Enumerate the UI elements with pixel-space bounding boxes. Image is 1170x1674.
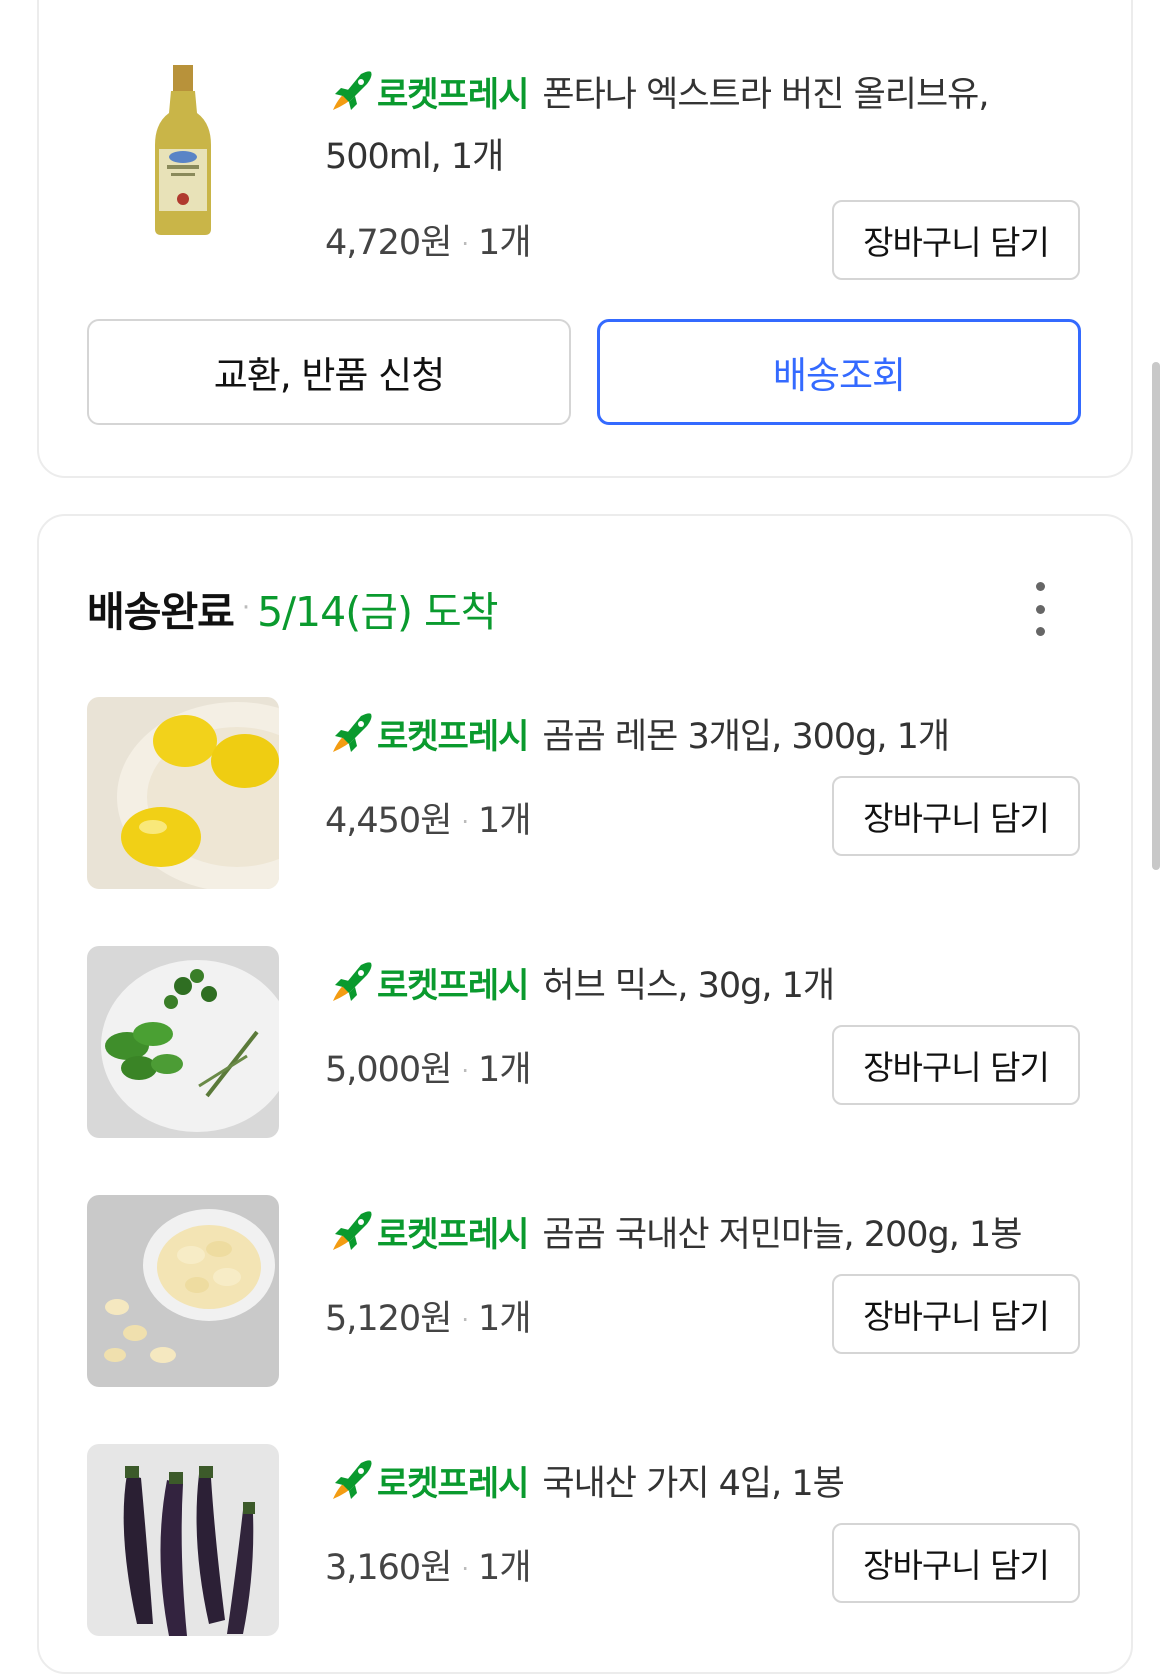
product-image-herbs[interactable] — [87, 946, 279, 1138]
product-title[interactable]: 곰곰 국내산 저민마늘, 200g, 1봉 — [542, 1206, 1022, 1257]
brand-label: 로켓프레시 — [377, 74, 529, 115]
price-row: 3,160원 · 1개 — [325, 1539, 532, 1590]
brand-rocket-fresh: 로켓프레시 폰타나 엑스트라 버진 올리브유, — [325, 66, 990, 117]
quantity: 1개 — [478, 1548, 531, 1588]
quantity: 1개 — [478, 801, 531, 841]
herbs-icon — [87, 946, 279, 1138]
brand-label: 로켓프레시 — [377, 965, 529, 1006]
quantity: 1개 — [478, 1050, 531, 1090]
track-delivery-button[interactable]: 배송조회 — [597, 319, 1081, 425]
product-image-eggplants[interactable] — [87, 1444, 279, 1636]
sliced-garlic-icon — [87, 1195, 279, 1387]
quantity: 1개 — [478, 223, 531, 263]
price: 4,450원 — [325, 801, 452, 841]
separator-dot: · — [461, 230, 469, 258]
eggplants-icon — [87, 1444, 279, 1636]
product-title[interactable]: 곰곰 레몬 3개입, 300g, 1개 — [542, 708, 950, 759]
product-title[interactable]: 폰타나 엑스트라 버진 올리브유, — [542, 66, 989, 117]
status-label: 배송완료 — [87, 588, 235, 636]
add-to-cart-button[interactable]: 장바구니 담기 — [832, 776, 1080, 856]
add-to-cart-button[interactable]: 장바구니 담기 — [832, 1274, 1080, 1354]
rocket-icon — [333, 71, 372, 110]
price: 5,000원 — [325, 1050, 452, 1090]
price-row: 5,000원 · 1개 — [325, 1041, 532, 1092]
exchange-return-button[interactable]: 교환, 반품 신청 — [87, 319, 571, 425]
brand-rocket-fresh: 로켓프레시 허브 믹스, 30g, 1개 — [325, 957, 835, 1008]
olive-oil-bottle-icon — [87, 53, 279, 245]
rocket-icon — [333, 713, 372, 752]
add-to-cart-button[interactable]: 장바구니 담기 — [832, 1025, 1080, 1105]
arrival-date: 5/14(금) 도착 — [257, 588, 498, 636]
brand-label: 로켓프레시 — [377, 1463, 529, 1504]
lemons-icon — [87, 697, 279, 889]
price-row: 5,120원 · 1개 — [325, 1290, 532, 1341]
price: 4,720원 — [325, 223, 452, 263]
price-row: 4,450원 · 1개 — [325, 792, 532, 843]
product-image-olive-oil[interactable] — [87, 53, 279, 245]
quantity: 1개 — [478, 1299, 531, 1339]
separator-dot: · — [461, 1555, 469, 1583]
brand-label: 로켓프레시 — [377, 1214, 529, 1255]
brand-rocket-fresh: 로켓프레시 곰곰 국내산 저민마늘, 200g, 1봉 — [325, 1206, 1022, 1257]
price: 3,160원 — [325, 1548, 452, 1588]
scrollbar[interactable] — [1152, 362, 1160, 870]
product-title[interactable]: 허브 믹스, 30g, 1개 — [542, 957, 835, 1008]
add-to-cart-button[interactable]: 장바구니 담기 — [832, 1523, 1080, 1603]
add-to-cart-button[interactable]: 장바구니 담기 — [832, 200, 1080, 280]
product-image-lemons[interactable] — [87, 697, 279, 889]
product-title[interactable]: 국내산 가지 4입, 1봉 — [542, 1455, 844, 1506]
separator-dot: · — [461, 1306, 469, 1334]
brand-label: 로켓프레시 — [377, 716, 529, 757]
product-title-cont[interactable]: 500ml, 1개 — [325, 128, 504, 179]
delivery-status: 배송완료 · 5/14(금) 도착 — [87, 578, 498, 638]
brand-rocket-fresh: 로켓프레시 곰곰 레몬 3개입, 300g, 1개 — [325, 708, 950, 759]
price-row: 4,720원 · 1개 — [325, 214, 532, 265]
brand-rocket-fresh: 로켓프레시 국내산 가지 4입, 1봉 — [325, 1455, 845, 1506]
separator-dot: · — [241, 593, 250, 623]
separator-dot: · — [461, 1057, 469, 1085]
price: 5,120원 — [325, 1299, 452, 1339]
rocket-icon — [333, 962, 372, 1001]
product-image-garlic[interactable] — [87, 1195, 279, 1387]
rocket-icon — [333, 1211, 372, 1250]
more-options-icon[interactable] — [1025, 582, 1055, 636]
rocket-icon — [333, 1460, 372, 1499]
separator-dot: · — [461, 808, 469, 836]
